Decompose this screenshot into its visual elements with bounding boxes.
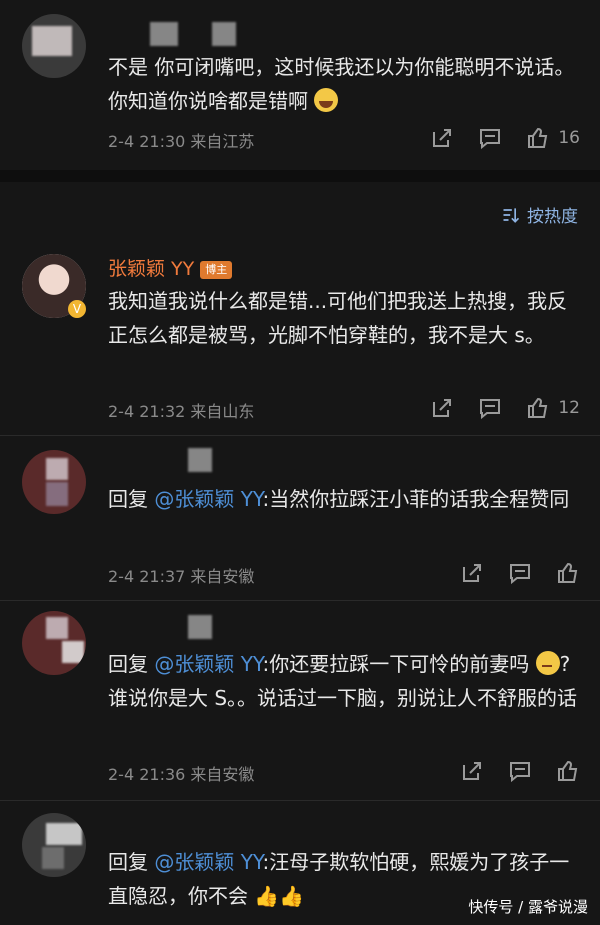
comment-icon — [510, 564, 530, 585]
comment-text: 不是 你可闭嘴吧，这时候我还以为你能聪明不说话。你知道你说啥都是错啊 — [108, 55, 575, 113]
sort-label: 按热度 — [527, 207, 578, 227]
comment-meta: 2-4 21:36 来自安徽 — [108, 765, 255, 784]
comment-meta: 2-4 21:30 来自江苏 — [108, 132, 255, 151]
share-icon — [463, 762, 481, 780]
separator — [0, 800, 600, 801]
share-icon — [433, 399, 452, 417]
blogger-badge: 博主 — [200, 260, 233, 279]
share-icon — [433, 129, 452, 147]
separator — [0, 600, 600, 601]
reply-mention-link[interactable]: @张颖颖 YY — [154, 652, 262, 676]
avatar[interactable] — [22, 450, 86, 514]
comment-actions — [460, 757, 580, 785]
thumbs-up-emoji-icon: 👍 — [279, 884, 305, 908]
comment-button[interactable] — [478, 396, 502, 420]
comment-text: 回复 @张颖颖 YY:当然你拉踩汪小菲的话我全程赞同 — [108, 487, 570, 511]
avatar[interactable] — [22, 813, 86, 877]
smirk-emoji-icon — [535, 651, 560, 675]
sort-button[interactable]: 按热度 — [501, 202, 578, 227]
username-redacted — [188, 448, 212, 472]
comment-2: V 张颖颖 YY 博主 我知道我说什么都是错...可他们把我送上热搜，我反正怎么都… — [0, 240, 600, 430]
like-button[interactable]: 12 — [526, 396, 580, 420]
comment-4: 回复 @张颖颖 YY:你还要拉踩一下可怜的前妻吗 ?谁说你是大 S。。说话过一下… — [0, 605, 600, 800]
verified-icon: V — [68, 300, 86, 318]
comment-button[interactable] — [478, 126, 502, 150]
share-button[interactable] — [430, 126, 454, 150]
comment-actions: 16 — [430, 124, 580, 152]
share-icon — [463, 564, 481, 582]
sort-icon — [503, 207, 520, 223]
watermark: 快传号 / 露爷说漫 — [468, 898, 588, 916]
share-button[interactable] — [460, 561, 484, 585]
share-button[interactable] — [430, 396, 454, 420]
comment-1: 不是 你可闭嘴吧，这时候我还以为你能聪明不说话。你知道你说啥都是错啊 2-4 2… — [0, 0, 600, 170]
thumbs-up-icon — [558, 760, 578, 781]
avatar[interactable] — [22, 611, 86, 675]
comment-text: 我知道我说什么都是错...可他们把我送上热搜，我反正怎么都是被骂，光脚不怕穿鞋的… — [108, 289, 568, 347]
comment-actions: 12 — [430, 394, 580, 422]
comment-meta: 2-4 21:37 来自安徽 — [108, 567, 255, 586]
share-button[interactable] — [460, 759, 484, 783]
comment-3: 回复 @张颖颖 YY:当然你拉踩汪小菲的话我全程赞同 2-4 21:37 来自安… — [0, 440, 600, 600]
like-count: 16 — [558, 128, 580, 148]
username-redacted — [188, 615, 212, 639]
like-button[interactable] — [556, 759, 580, 783]
like-button[interactable] — [556, 561, 580, 585]
comment-button[interactable] — [508, 561, 532, 585]
comment-text: 回复 @张颖颖 YY:你还要拉踩一下可怜的前妻吗 ?谁说你是大 S。。说话过一下… — [108, 651, 578, 710]
comment-icon — [480, 399, 501, 420]
comment-icon — [480, 129, 501, 150]
username-redacted — [212, 22, 236, 46]
username-redacted — [150, 22, 178, 46]
thumbs-up-icon — [528, 397, 548, 418]
comment-meta: 2-4 21:32 来自山东 — [108, 402, 255, 421]
thumbs-up-icon — [558, 562, 578, 583]
avatar[interactable] — [22, 14, 86, 78]
thumbs-up-emoji-icon: 👍 — [254, 884, 280, 908]
reply-mention-link[interactable]: @张颖颖 YY — [154, 487, 262, 511]
comment-icon — [510, 762, 530, 783]
like-count: 12 — [558, 398, 580, 418]
comment-actions — [460, 559, 580, 587]
separator — [0, 170, 600, 182]
separator — [0, 435, 600, 436]
laugh-emoji-icon — [314, 88, 339, 112]
like-button[interactable]: 16 — [526, 126, 580, 150]
username[interactable]: 张颖颖 YY 博主 — [108, 254, 233, 281]
comment-button[interactable] — [508, 759, 532, 783]
thumbs-up-icon — [528, 127, 548, 148]
reply-mention-link[interactable]: @张颖颖 YY — [154, 850, 262, 874]
